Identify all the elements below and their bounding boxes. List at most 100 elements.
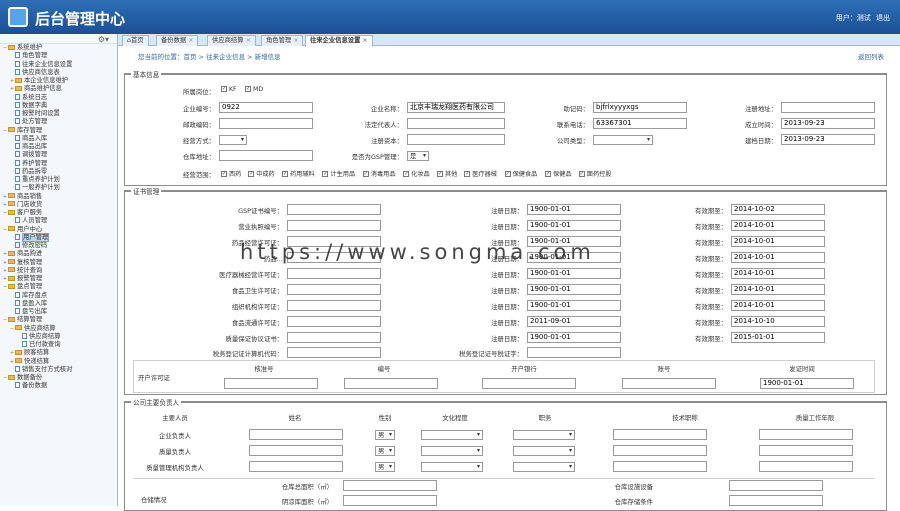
position-kf-checkbox[interactable]: ✓ KF xyxy=(221,86,237,93)
wh-area-input[interactable] xyxy=(343,480,437,491)
sidebar-item[interactable]: + 快递结算 xyxy=(0,358,117,366)
sidebar-item[interactable]: − 数据备份 xyxy=(0,374,117,382)
tab-role[interactable]: 角色管理 × xyxy=(261,35,304,46)
valid-date-input[interactable]: 2014-10-02 xyxy=(731,204,825,215)
valid-date-input[interactable]: 2014-10-01 xyxy=(731,252,825,263)
valid-date-input[interactable]: 2014-10-01 xyxy=(731,268,825,279)
sidebar-item[interactable]: 处方管理 xyxy=(0,118,117,126)
phone-input[interactable]: 63367301 xyxy=(593,118,687,129)
company-code-input[interactable]: 0922 xyxy=(219,102,313,113)
sidebar-item[interactable]: 盘亏出库 xyxy=(0,308,117,316)
sidebar-item[interactable]: 已付款查询 xyxy=(0,341,117,349)
sidebar-item[interactable]: − 库存管理 xyxy=(0,127,117,135)
bank-issue-date-input[interactable]: 1900-01-01 xyxy=(760,378,854,389)
postcode-input[interactable] xyxy=(219,118,313,129)
valid-date-input[interactable]: 2015-01-01 xyxy=(731,332,825,343)
staff-title-input[interactable] xyxy=(613,461,707,472)
tab-company-settings[interactable]: 往来企业信息设置 × xyxy=(305,35,373,47)
sidebar-item[interactable]: 数据字典 xyxy=(0,101,117,110)
sidebar-item[interactable]: 调拨管理 xyxy=(0,151,117,159)
sidebar-item[interactable]: 修改密码 xyxy=(0,242,117,250)
close-icon[interactable]: × xyxy=(188,37,193,44)
sidebar-item[interactable]: 人员管理 xyxy=(0,217,117,225)
company-type-select[interactable] xyxy=(593,135,653,145)
sidebar-item[interactable]: 商品出库 xyxy=(0,143,117,151)
reg-date-input[interactable]: 1900-01-01 xyxy=(527,300,621,311)
staff-gender-select[interactable]: 男 xyxy=(375,430,395,440)
sidebar-item[interactable]: 报警时间设置 xyxy=(0,110,117,118)
sidebar-item[interactable]: 盘盈入库 xyxy=(0,299,117,308)
reg-date-input[interactable]: 1900-01-01 xyxy=(527,284,621,295)
valid-date-input[interactable]: 2014-10-01 xyxy=(731,284,825,295)
scope-checkbox[interactable]: ✓ 其他 xyxy=(437,169,457,178)
sidebar-item[interactable]: − 用户中心 xyxy=(0,226,117,234)
scope-checkbox[interactable]: ✓ 消毒用品 xyxy=(362,169,396,178)
scope-checkbox[interactable]: ✓ 医疗器械 xyxy=(464,169,497,178)
scope-checkbox[interactable]: ✓ 西药 xyxy=(221,169,241,178)
gsp-select[interactable]: 是 xyxy=(407,151,429,161)
sidebar-item[interactable]: + 复核管理 xyxy=(0,259,117,267)
close-icon[interactable]: × xyxy=(293,37,298,44)
staff-title-input[interactable] xyxy=(613,445,707,456)
scope-checkbox[interactable]: ✓ 中成药 xyxy=(248,169,275,178)
gear-icon[interactable]: ⚙▾ xyxy=(98,35,109,44)
sidebar-item[interactable]: − 结算管理 xyxy=(0,316,117,324)
staff-education-select[interactable] xyxy=(421,462,483,472)
staff-education-select[interactable] xyxy=(421,446,483,456)
reg-date-input[interactable]: 1900-01-01 xyxy=(527,204,621,215)
staff-years-input[interactable] xyxy=(759,429,853,440)
sidebar-item[interactable]: 药品拆零 xyxy=(0,167,117,176)
cert-number-input[interactable] xyxy=(287,316,381,327)
tab-backup[interactable]: 备份数据 × xyxy=(156,35,199,46)
valid-date-input[interactable]: 2014-10-10 xyxy=(731,316,825,327)
staff-name-input[interactable] xyxy=(249,445,343,456)
staff-duty-select[interactable] xyxy=(513,430,575,440)
scope-checkbox[interactable]: ✓ 保健食品 xyxy=(504,169,537,178)
sidebar-item[interactable]: 用户管理 xyxy=(0,232,117,242)
valid-date-input[interactable]: 2014-10-01 xyxy=(731,236,825,247)
established-input[interactable]: 2013-09-23 xyxy=(781,118,875,129)
sidebar-item[interactable]: 养护管理 xyxy=(0,159,117,168)
staff-duty-select[interactable] xyxy=(513,462,575,472)
sidebar-item[interactable]: + 商品销售 xyxy=(0,193,117,201)
logout-link[interactable]: 退出 xyxy=(876,14,890,22)
scope-checkbox[interactable]: ✓ 面药控股 xyxy=(578,169,612,178)
tax-code-input[interactable] xyxy=(287,347,381,358)
cert-number-input[interactable] xyxy=(287,220,381,231)
bank-account-input[interactable] xyxy=(622,378,716,389)
staff-name-input[interactable] xyxy=(249,429,343,440)
staff-years-input[interactable] xyxy=(759,461,853,472)
sidebar-item[interactable]: − 系统维护 xyxy=(0,44,117,52)
valid-date-input[interactable]: 2014-10-01 xyxy=(731,300,825,311)
legal-rep-input[interactable] xyxy=(407,118,505,129)
reg-address-input[interactable] xyxy=(781,102,875,113)
reg-date-input[interactable]: 1900-01-01 xyxy=(527,220,621,231)
scope-checkbox[interactable]: ✓ 计生用品 xyxy=(322,169,355,178)
mnemonic-input[interactable]: bjfrlxyyyxgs xyxy=(593,102,687,113)
sidebar-item[interactable]: 供应商结算 xyxy=(0,332,117,341)
tax-cert-input[interactable] xyxy=(527,347,621,358)
sidebar-item[interactable]: 角色管理 xyxy=(0,52,117,60)
company-name-input[interactable]: 北京丰瑞龙翔医药有限公司 xyxy=(407,102,505,113)
sidebar-item[interactable]: + 顾客结算 xyxy=(0,349,117,357)
tab-home[interactable]: ⌂首页 xyxy=(122,35,149,46)
sidebar-item[interactable]: + 商品购进 xyxy=(0,250,117,258)
close-icon[interactable]: × xyxy=(245,37,250,44)
reg-capital-input[interactable] xyxy=(407,134,505,145)
sidebar-item[interactable]: − 盘点管理 xyxy=(0,283,117,291)
bank-number-input[interactable] xyxy=(344,378,438,389)
position-md-checkbox[interactable]: ✓ MD xyxy=(245,86,263,93)
sidebar-item[interactable]: + 报警管理 xyxy=(0,275,117,283)
reg-date-input[interactable]: 1900-01-01 xyxy=(527,332,621,343)
sidebar-item[interactable]: 重点养护计划 xyxy=(0,176,117,184)
sidebar-item[interactable]: + 本企业信息维护 xyxy=(0,77,117,85)
sidebar-item[interactable]: 销售支付方式核对 xyxy=(0,365,117,374)
scope-checkbox[interactable]: ✓ 保健品 xyxy=(545,169,572,178)
sidebar-item[interactable]: 库存盘点 xyxy=(0,291,117,300)
scope-checkbox[interactable]: ✓ 化妆品 xyxy=(403,169,430,178)
cert-number-input[interactable] xyxy=(287,300,381,311)
wh-cond-input[interactable] xyxy=(729,495,823,506)
staff-gender-select[interactable]: 男 xyxy=(375,446,395,456)
staff-title-input[interactable] xyxy=(613,429,707,440)
sidebar-item[interactable]: 一般养护计划 xyxy=(0,184,117,192)
